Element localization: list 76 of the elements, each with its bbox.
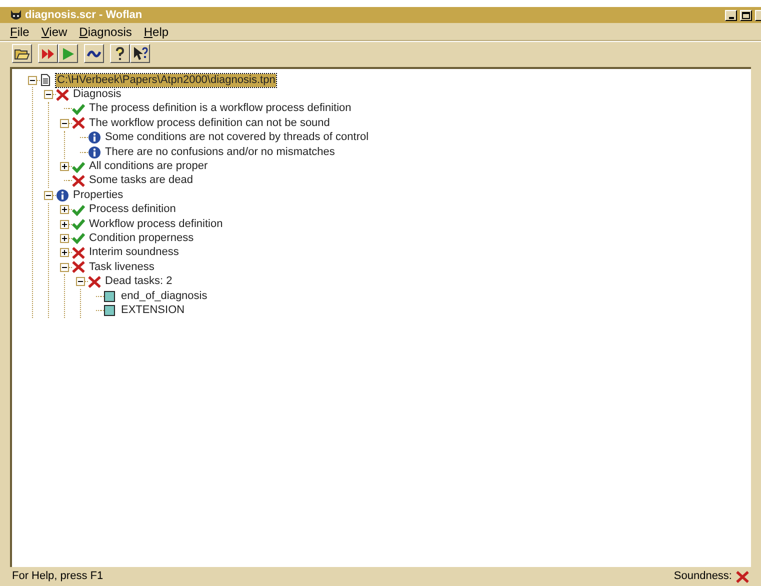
tree-item[interactable]: EXTENSION: [120, 304, 186, 317]
plus-icon: [62, 164, 67, 170]
cross-icon: [72, 174, 85, 187]
minus-icon: [62, 264, 67, 270]
collapse-toggle[interactable]: [60, 262, 69, 272]
tree-item[interactable]: Task liveness: [88, 260, 156, 274]
plus-icon: [62, 250, 67, 256]
info-icon: [88, 131, 101, 144]
tree-item[interactable]: Diagnosis: [72, 88, 122, 102]
plus-icon: [62, 207, 67, 212]
status-text: For Help, press F1: [12, 569, 104, 584]
expand-toggle[interactable]: [60, 234, 69, 243]
tree-item[interactable]: All conditions are proper: [88, 160, 209, 174]
cat-logo-icon: [10, 8, 22, 22]
minus-icon: [30, 78, 35, 83]
document-icon: [40, 74, 51, 86]
cross-icon: [72, 117, 85, 130]
menu-item[interactable]: File: [4, 22, 36, 40]
cross-icon: [56, 88, 69, 101]
tree-item[interactable]: Condition properness: [88, 232, 195, 245]
tree-item[interactable]: Properties: [72, 188, 124, 202]
check-icon: [72, 160, 85, 173]
info-icon: [56, 188, 69, 202]
expand-toggle[interactable]: [60, 220, 69, 229]
tree-item[interactable]: The process definition is a workflow process definition: [88, 102, 352, 116]
check-icon: [72, 102, 85, 115]
toolbar-button[interactable]: [110, 44, 130, 63]
plus-icon: [62, 222, 67, 227]
collapse-toggle[interactable]: [60, 118, 69, 128]
info-icon: [88, 146, 101, 159]
tree-item[interactable]: There are no confusions and/or no mismatches: [104, 146, 336, 159]
minus-icon: [46, 192, 51, 198]
task-icon: [104, 290, 115, 302]
cross-icon: [736, 570, 749, 582]
menu-item[interactable]: View: [35, 22, 74, 40]
tree-item[interactable]: Workflow process definition: [88, 218, 224, 231]
minus-icon: [78, 279, 83, 284]
tree-item[interactable]: The workflow process definition can not be sound: [88, 116, 331, 130]
check-icon: [72, 218, 85, 230]
collapse-toggle[interactable]: [44, 90, 53, 100]
tree-item[interactable]: Interim soundness: [88, 246, 180, 260]
minimize-button[interactable]: [725, 10, 737, 20]
tree-item[interactable]: Some tasks are dead: [88, 174, 194, 188]
pointer-question-icon: [132, 46, 148, 62]
collapse-toggle[interactable]: [28, 76, 37, 85]
maximize-button[interactable]: [740, 10, 752, 20]
toolbar-button[interactable]: [12, 44, 32, 63]
tree-item[interactable]: Process definition: [88, 203, 177, 216]
toolbar-button[interactable]: [58, 44, 78, 63]
minus-icon: [46, 92, 51, 98]
tree-item[interactable]: C:\HVerbeek\Papers\Atpn2000\diagnosis.tpn: [56, 74, 276, 87]
toolbar-button[interactable]: [130, 44, 150, 63]
expand-toggle[interactable]: [60, 205, 69, 214]
plus-icon: [62, 236, 67, 241]
check-icon: [72, 204, 85, 216]
window-title: diagnosis.scr - Woflan: [25, 8, 144, 23]
check-icon: [72, 232, 85, 244]
expand-toggle[interactable]: [60, 248, 69, 258]
collapse-toggle[interactable]: [76, 277, 85, 286]
cross-icon: [72, 261, 85, 274]
minus-icon: [62, 120, 67, 126]
menu-item[interactable]: Diagnosis: [73, 22, 138, 40]
toolbar-button[interactable]: [38, 44, 58, 63]
expand-toggle[interactable]: [60, 162, 69, 172]
collapse-toggle[interactable]: [44, 190, 53, 200]
cross-icon: [88, 276, 101, 288]
tree-item[interactable]: Some conditions are not covered by threads of control: [104, 131, 370, 144]
play-icon: [60, 46, 76, 62]
menu-item[interactable]: Help: [138, 22, 175, 40]
task-icon: [104, 304, 115, 316]
tree-item[interactable]: end_of_diagnosis: [120, 290, 208, 303]
cross-icon: [72, 246, 85, 259]
tree-item[interactable]: Dead tasks: 2: [104, 275, 174, 288]
soundness-label: Soundness:: [674, 569, 732, 584]
close-button[interactable]: [755, 10, 761, 20]
toolbar-button[interactable]: [84, 44, 104, 63]
